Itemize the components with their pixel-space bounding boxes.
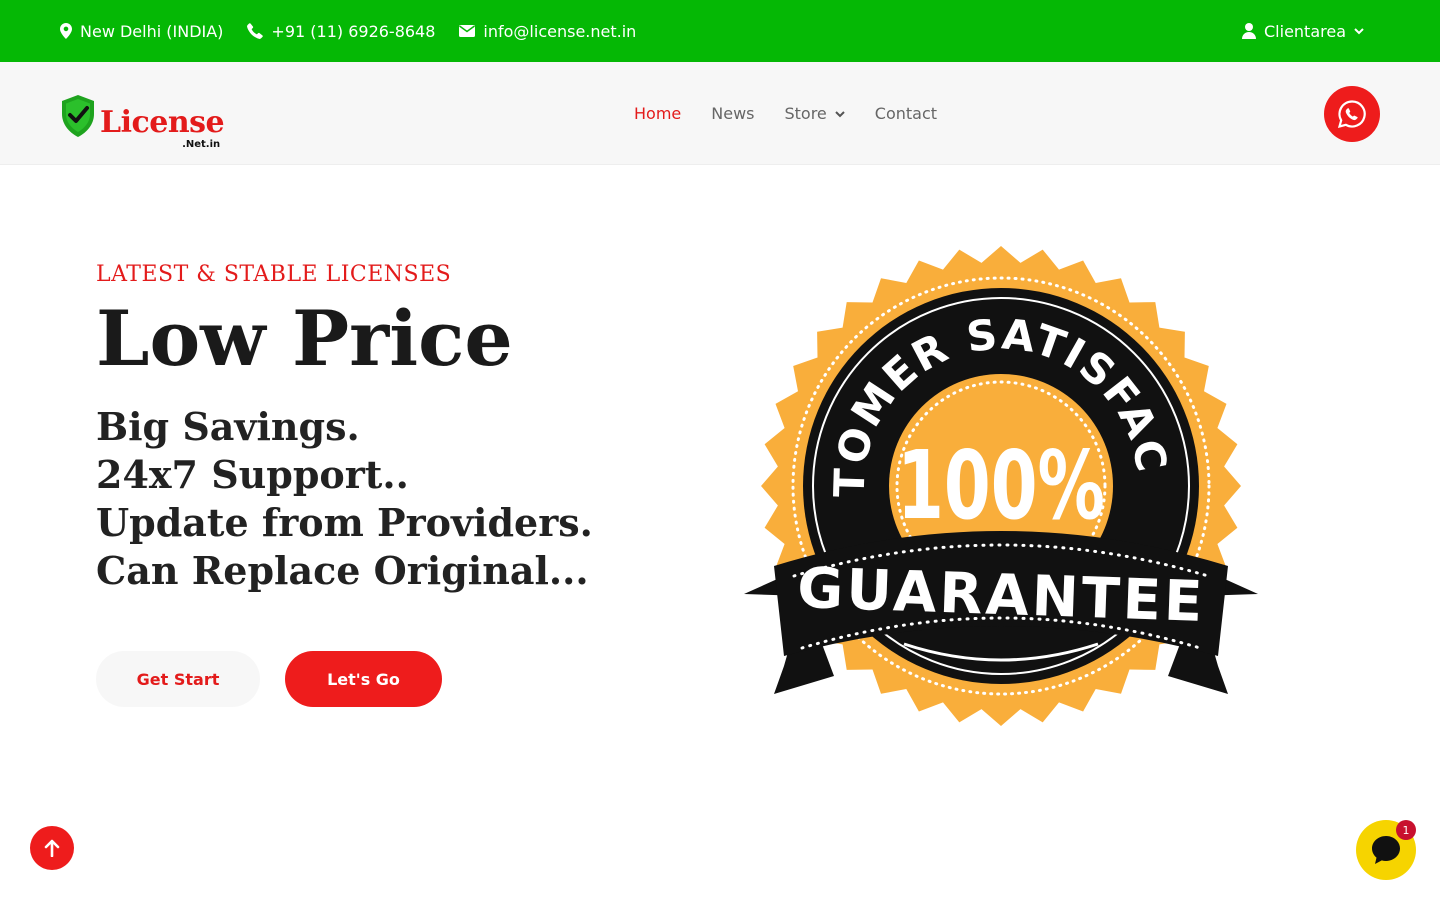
nav-menu: Home News Store Contact	[634, 62, 967, 165]
badge-center-text: 100%	[897, 432, 1105, 541]
phone-item[interactable]: +91 (11) 6926-8648	[247, 22, 435, 41]
scroll-to-top-button[interactable]	[30, 826, 74, 870]
nav-item-store[interactable]: Store	[784, 104, 845, 123]
hero-features: Big Savings. 24x7 Support.. Update from …	[96, 403, 696, 595]
feature-line: Can Replace Original...	[96, 548, 589, 593]
map-marker-icon	[60, 23, 72, 39]
lets-go-button[interactable]: Let's Go	[285, 651, 442, 707]
site-logo[interactable]: License .Net.in	[60, 88, 225, 150]
envelope-icon	[459, 25, 476, 37]
hero-title: Low Price	[96, 294, 513, 383]
arrow-up-icon	[44, 839, 60, 857]
nav-item-contact[interactable]: Contact	[875, 104, 937, 123]
nav-item-label: Contact	[874, 104, 938, 123]
email-text[interactable]: info@license.net.in	[483, 22, 636, 41]
location-item: New Delhi (INDIA)	[60, 22, 223, 41]
whatsapp-button[interactable]	[1324, 86, 1380, 142]
logo-suffix: .Net.in	[182, 139, 221, 150]
clientarea-menu[interactable]: Clientarea	[1242, 22, 1364, 41]
nav-item-home[interactable]: Home	[634, 104, 681, 123]
chat-widget-button[interactable]: 1	[1356, 820, 1416, 880]
nav-item-label: Store	[784, 104, 827, 123]
logo-wordmark: License .Net.in	[100, 105, 225, 150]
hero-content: LATEST & STABLE LICENSES Low Price Big S…	[96, 262, 696, 595]
chat-bubble-icon	[1372, 836, 1400, 864]
chevron-down-icon	[835, 110, 845, 117]
get-start-button[interactable]: Get Start	[96, 651, 260, 707]
clientarea-label[interactable]: Clientarea	[1264, 22, 1346, 41]
unread-count-badge: 1	[1396, 820, 1416, 840]
guarantee-badge-graphic: CUSTOMER SATISFACTION 100% GUARANTEE	[725, 207, 1258, 726]
phone-icon	[247, 23, 264, 39]
chevron-down-icon	[1354, 28, 1364, 35]
guarantee-badge: CUSTOMER SATISFACTION 100% GUARANTEE	[725, 207, 1258, 726]
email-item[interactable]: info@license.net.in	[459, 22, 636, 41]
whatsapp-icon	[1337, 100, 1366, 129]
shield-check-icon	[62, 95, 94, 137]
phone-text[interactable]: +91 (11) 6926-8648	[271, 22, 435, 41]
hero-eyebrow: LATEST & STABLE LICENSES	[96, 262, 452, 287]
nav-item-label: Home	[634, 104, 682, 123]
logo-name: License	[100, 105, 225, 140]
top-bar: New Delhi (INDIA) +91 (11) 6926-8648 inf…	[0, 0, 1440, 62]
main-navbar: License .Net.in Home News Store Contact	[0, 62, 1440, 165]
user-icon	[1242, 23, 1256, 39]
location-text: New Delhi (INDIA)	[80, 21, 224, 41]
nav-item-label: News	[711, 104, 755, 123]
feature-line: Update from Providers.	[96, 500, 593, 545]
feature-line: 24x7 Support..	[96, 452, 409, 497]
nav-item-news[interactable]: News	[711, 104, 754, 123]
feature-line: Big Savings.	[96, 404, 360, 449]
